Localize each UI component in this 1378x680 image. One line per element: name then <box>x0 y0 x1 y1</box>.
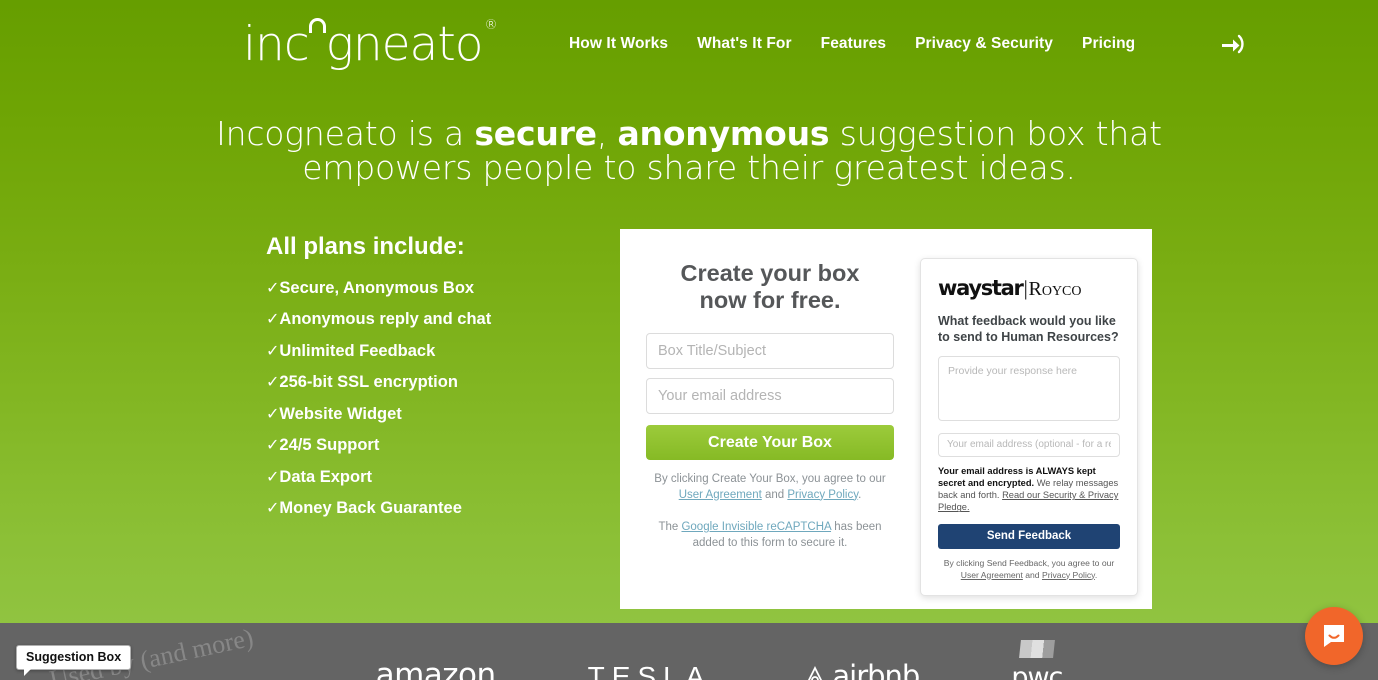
widget-foot-pre: By clicking Send Feedback, you agree to … <box>943 557 1115 568</box>
feature-item: ✓ Data Export <box>266 467 372 487</box>
signup-form: Create your box now for free. Create You… <box>620 229 920 609</box>
hero-comma: , <box>596 114 618 153</box>
widget-foot-mid: and <box>1022 569 1042 580</box>
widget-foot-post: . <box>1094 569 1098 580</box>
hero-line2: empowers people to share their greatest … <box>302 148 1076 188</box>
email-input[interactable] <box>646 378 894 415</box>
check-icon: ✓ <box>266 437 280 455</box>
hero-line1-part2: suggestion box that <box>829 114 1162 153</box>
hero-emphasis-secure: secure <box>474 114 597 153</box>
plans-heading: All plans include: <box>266 232 465 260</box>
widget-privacy-policy-link[interactable]: Privacy Policy <box>1042 570 1095 580</box>
terms-text-pre: By clicking Create Your Box, you agree t… <box>654 473 886 486</box>
terms-text-post: . <box>858 488 862 501</box>
feature-label: Secure, Anonymous Box <box>279 278 475 297</box>
widget-preview: waystar|Royco What feedback would you li… <box>920 229 1152 609</box>
logo-strip-footer: Used by (and more) amazon TESLA airbnb p… <box>0 623 1378 680</box>
waystar-royco-logo: waystar|Royco <box>938 276 1120 301</box>
royco-text: Royco <box>1028 277 1082 300</box>
airbnb-text: airbnb <box>832 659 920 680</box>
feature-item: ✓ Money Back Guarantee <box>266 498 462 518</box>
intercom-chat-button[interactable] <box>1305 607 1363 665</box>
feature-label: 24/5 Support <box>279 436 380 455</box>
main-section: All plans include: ✓ Secure, Anonymous Bo… <box>0 228 1378 609</box>
widget-question: What feedback would you like to send to … <box>938 313 1119 345</box>
feature-label: Money Back Guarantee <box>279 499 462 518</box>
hero-line1-part1: Incogneato is a <box>216 114 475 153</box>
nav-item-whats-it-for[interactable]: What's It For <box>697 35 792 53</box>
plans-include-list: All plans include: ✓ Secure, Anonymous Bo… <box>0 232 491 530</box>
sign-in-icon[interactable] <box>1217 29 1247 59</box>
site-logo[interactable]: inc gneato ® <box>243 16 501 72</box>
recaptcha-disclaimer: The Google Invisible reCAPTCHA has been … <box>646 520 894 551</box>
feature-label: Data Export <box>279 467 373 486</box>
hero-headline: Incogneato is a secure, anonymous sugges… <box>0 114 1378 188</box>
customer-logos: amazon TESLA airbnb pwc <box>0 640 1378 680</box>
user-agreement-link[interactable]: User Agreement <box>679 489 762 501</box>
feature-item: ✓ 256-bit SSL encryption <box>266 372 458 392</box>
terms-text-mid: and <box>761 488 788 501</box>
feature-item: ✓ Unlimited Feedback <box>266 341 435 361</box>
nav-item-privacy-security[interactable]: Privacy & Security <box>915 35 1053 53</box>
widget-terms: By clicking Send Feedback, you agree to … <box>938 558 1120 582</box>
signup-title: Create your box now for free. <box>646 260 894 315</box>
hero-emphasis-anonymous: anonymous <box>617 114 830 153</box>
check-icon: ✓ <box>266 342 280 360</box>
feature-label: 256-bit SSL encryption <box>279 373 458 392</box>
pwc-logo: pwc <box>1011 640 1063 680</box>
chat-bubble-icon <box>1324 625 1344 647</box>
check-icon: ✓ <box>266 405 280 423</box>
logo-divider: | <box>1023 275 1028 300</box>
check-icon: ✓ <box>266 279 280 297</box>
feature-item: ✓ 24/5 Support <box>266 435 379 455</box>
recaptcha-text-pre: The <box>658 521 682 534</box>
nav-item-pricing[interactable]: Pricing <box>1082 35 1135 53</box>
create-your-box-button[interactable]: Create Your Box <box>646 425 894 461</box>
pwc-mark-icon <box>1018 640 1055 658</box>
feature-item: ✓ Website Widget <box>266 404 402 424</box>
feature-item: ✓ Anonymous reply and chat <box>266 309 491 329</box>
privacy-policy-link[interactable]: Privacy Policy <box>787 489 858 501</box>
check-icon: ✓ <box>266 311 280 329</box>
box-title-input[interactable] <box>646 333 894 370</box>
widget-response-textarea[interactable] <box>938 355 1120 421</box>
signup-title-line1: Create your box <box>680 259 860 286</box>
widget-privacy-note: Your email address is ALWAYS kept secret… <box>938 465 1120 514</box>
feature-label: Website Widget <box>279 404 402 423</box>
logo-wordmark: inc gneato ® <box>243 16 498 72</box>
lock-icon <box>309 18 326 33</box>
pwc-text: pwc <box>1011 662 1063 680</box>
suggestion-box-tooltip: Suggestion Box <box>16 645 132 676</box>
check-icon: ✓ <box>266 374 280 392</box>
recaptcha-link[interactable]: Google Invisible reCAPTCHA <box>681 521 831 533</box>
signup-title-line2: now for free. <box>699 287 841 314</box>
check-icon: ✓ <box>266 468 280 486</box>
feature-label: Unlimited Feedback <box>279 341 436 360</box>
airbnb-logo: airbnb <box>803 659 920 680</box>
registered-mark: ® <box>484 17 498 33</box>
waystar-text: waystar <box>938 275 1024 300</box>
feedback-widget: waystar|Royco What feedback would you li… <box>920 257 1138 597</box>
feature-label: Anonymous reply and chat <box>279 310 492 329</box>
tesla-logo: TESLA <box>587 661 712 680</box>
site-header: inc gneato ® How It Works What's It For F… <box>0 0 1378 88</box>
feature-item: ✓ Secure, Anonymous Box <box>266 278 474 298</box>
amazon-logo: amazon <box>375 657 497 680</box>
airbnb-mark-icon <box>808 665 823 680</box>
signup-panel: Create your box now for free. Create You… <box>620 228 1152 609</box>
nav-item-features[interactable]: Features <box>821 35 886 53</box>
send-feedback-button[interactable]: Send Feedback <box>938 523 1120 549</box>
check-icon: ✓ <box>266 500 280 518</box>
main-navigation: How It Works What's It For Features Priv… <box>569 35 1135 53</box>
nav-item-how-it-works[interactable]: How It Works <box>569 35 668 53</box>
widget-email-input[interactable] <box>938 432 1120 457</box>
terms-disclaimer: By clicking Create Your Box, you agree t… <box>646 472 894 503</box>
widget-user-agreement-link[interactable]: User Agreement <box>961 570 1023 580</box>
